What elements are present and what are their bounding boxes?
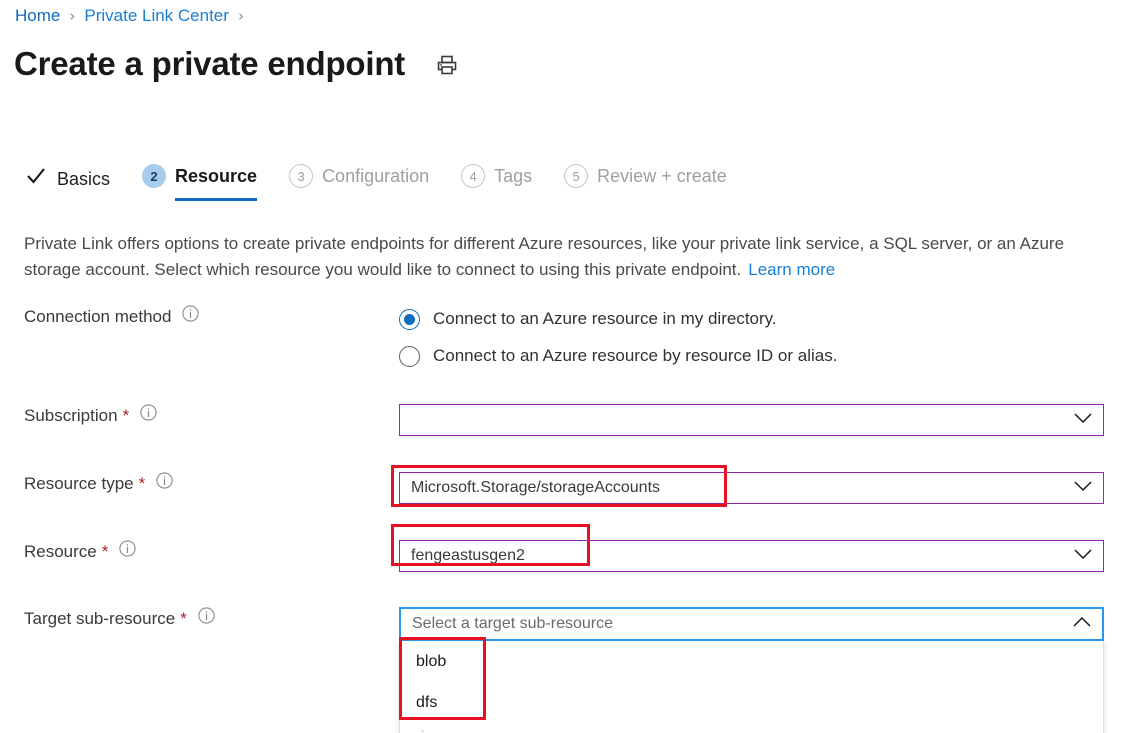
- breadcrumb-item-private-link-center[interactable]: Private Link Center: [84, 5, 229, 27]
- info-icon[interactable]: [140, 404, 157, 428]
- description-text: Private Link offers options to create pr…: [24, 234, 1065, 279]
- tab-step-number: 3: [289, 164, 314, 188]
- tab-resource[interactable]: 2 Resource: [142, 164, 258, 201]
- create-private-endpoint-page: Home › Private Link Center › Create a pr…: [0, 0, 1121, 733]
- required-asterisk: *: [180, 609, 187, 628]
- tab-basics[interactable]: Basics: [24, 164, 110, 206]
- target-sub-resource-option-list: blob dfs ·: [399, 641, 1104, 733]
- tab-tags[interactable]: 4 Tags: [461, 164, 532, 201]
- radio-connect-directory[interactable]: Connect to an Azure resource in my direc…: [399, 307, 837, 331]
- tab-label: Configuration: [322, 166, 430, 186]
- resource-type-label-cell: Resource type *: [24, 472, 399, 496]
- page-title: Create a private endpoint: [14, 45, 406, 82]
- info-icon[interactable]: [156, 472, 173, 496]
- subscription-field-cell: [399, 404, 1104, 436]
- wizard-tabs: Basics 2 Resource 3 Configuration 4 Tags…: [24, 164, 759, 206]
- tab-label: Tags: [494, 166, 533, 186]
- resource-field-cell: fengeastusgen2: [399, 540, 1104, 572]
- required-asterisk: *: [101, 542, 109, 561]
- field-resource: Resource * fengeastusgen2: [24, 540, 1104, 572]
- required-asterisk: *: [138, 474, 146, 493]
- target-sub-resource-dropdown[interactable]: Select a target sub-resource: [399, 607, 1104, 641]
- field-connection-method: Connection method Connect to an Azure re…: [24, 305, 1104, 368]
- field-label: Connection method: [24, 307, 172, 326]
- subscription-dropdown[interactable]: [399, 404, 1104, 436]
- radio-button-selected: [399, 308, 420, 330]
- checkmark-icon: [24, 164, 48, 193]
- tab-step-number: 4: [461, 164, 486, 188]
- field-label: Subscription: [24, 406, 118, 425]
- info-icon[interactable]: [198, 607, 215, 631]
- radio-label: Connect to an Azure resource by resource…: [433, 346, 838, 365]
- field-label: Resource: [24, 542, 97, 561]
- radio-label: Connect to an Azure resource in my direc…: [433, 309, 777, 328]
- target-sub-resource-placeholder: Select a target sub-resource: [412, 615, 613, 632]
- learn-more-link[interactable]: Learn more: [748, 260, 835, 279]
- print-icon[interactable]: [435, 53, 459, 82]
- tab-active-underline: [175, 198, 258, 201]
- tab-label: Review + create: [597, 166, 727, 186]
- connection-method-label-cell: Connection method: [24, 305, 399, 329]
- info-icon[interactable]: [119, 540, 137, 564]
- breadcrumb-separator-icon: ›: [237, 7, 244, 25]
- resource-type-dropdown[interactable]: Microsoft.Storage/storageAccounts: [399, 472, 1104, 504]
- dropdown-option-blob[interactable]: blob: [400, 641, 1103, 682]
- tab-label: Resource: [175, 166, 258, 186]
- target-sub-resource-field-cell: Select a target sub-resource blob dfs ·: [399, 607, 1104, 733]
- page-header: Create a private endpoint: [14, 42, 459, 86]
- tab-label: Basics: [57, 168, 111, 189]
- chevron-down-icon: [1073, 411, 1093, 429]
- chevron-down-icon: [1073, 479, 1093, 497]
- breadcrumb-item-home[interactable]: Home: [15, 5, 60, 27]
- page-description: Private Link offers options to create pr…: [24, 231, 1094, 283]
- breadcrumb-separator-icon: ›: [69, 7, 76, 25]
- breadcrumb: Home › Private Link Center ›: [15, 5, 253, 27]
- subscription-label-cell: Subscription *: [24, 404, 399, 428]
- resource-type-value: Microsoft.Storage/storageAccounts: [411, 479, 661, 496]
- tab-configuration[interactable]: 3 Configuration: [289, 164, 429, 201]
- field-label: Resource type: [24, 474, 134, 493]
- chevron-up-icon: [1072, 615, 1092, 633]
- resource-form: Connection method Connect to an Azure re…: [24, 305, 1104, 733]
- field-resource-type: Resource type * Microsoft.Storage/storag…: [24, 472, 1104, 504]
- chevron-down-icon: [1073, 547, 1093, 565]
- info-icon[interactable]: [182, 305, 200, 329]
- resource-value: fengeastusgen2: [411, 547, 525, 564]
- tab-step-number: 5: [564, 164, 589, 188]
- required-asterisk: *: [122, 406, 130, 425]
- dropdown-option-dfs[interactable]: dfs: [400, 682, 1103, 723]
- resource-dropdown[interactable]: fengeastusgen2: [399, 540, 1104, 572]
- connection-method-options: Connect to an Azure resource in my direc…: [399, 305, 837, 368]
- field-label: Target sub-resource: [24, 609, 176, 628]
- tab-review-create[interactable]: 5 Review + create: [564, 164, 727, 201]
- dropdown-option-partial[interactable]: ·: [400, 722, 1103, 733]
- radio-button-unselected: [399, 345, 420, 367]
- tab-step-number: 2: [142, 164, 167, 188]
- target-sub-resource-label-cell: Target sub-resource *: [24, 607, 399, 631]
- field-target-sub-resource: Target sub-resource * Select a target su…: [24, 607, 1104, 733]
- field-subscription: Subscription *: [24, 404, 1104, 436]
- resource-type-field-cell: Microsoft.Storage/storageAccounts: [399, 472, 1104, 504]
- radio-connect-resource-id[interactable]: Connect to an Azure resource by resource…: [399, 344, 837, 368]
- resource-label-cell: Resource *: [24, 540, 399, 564]
